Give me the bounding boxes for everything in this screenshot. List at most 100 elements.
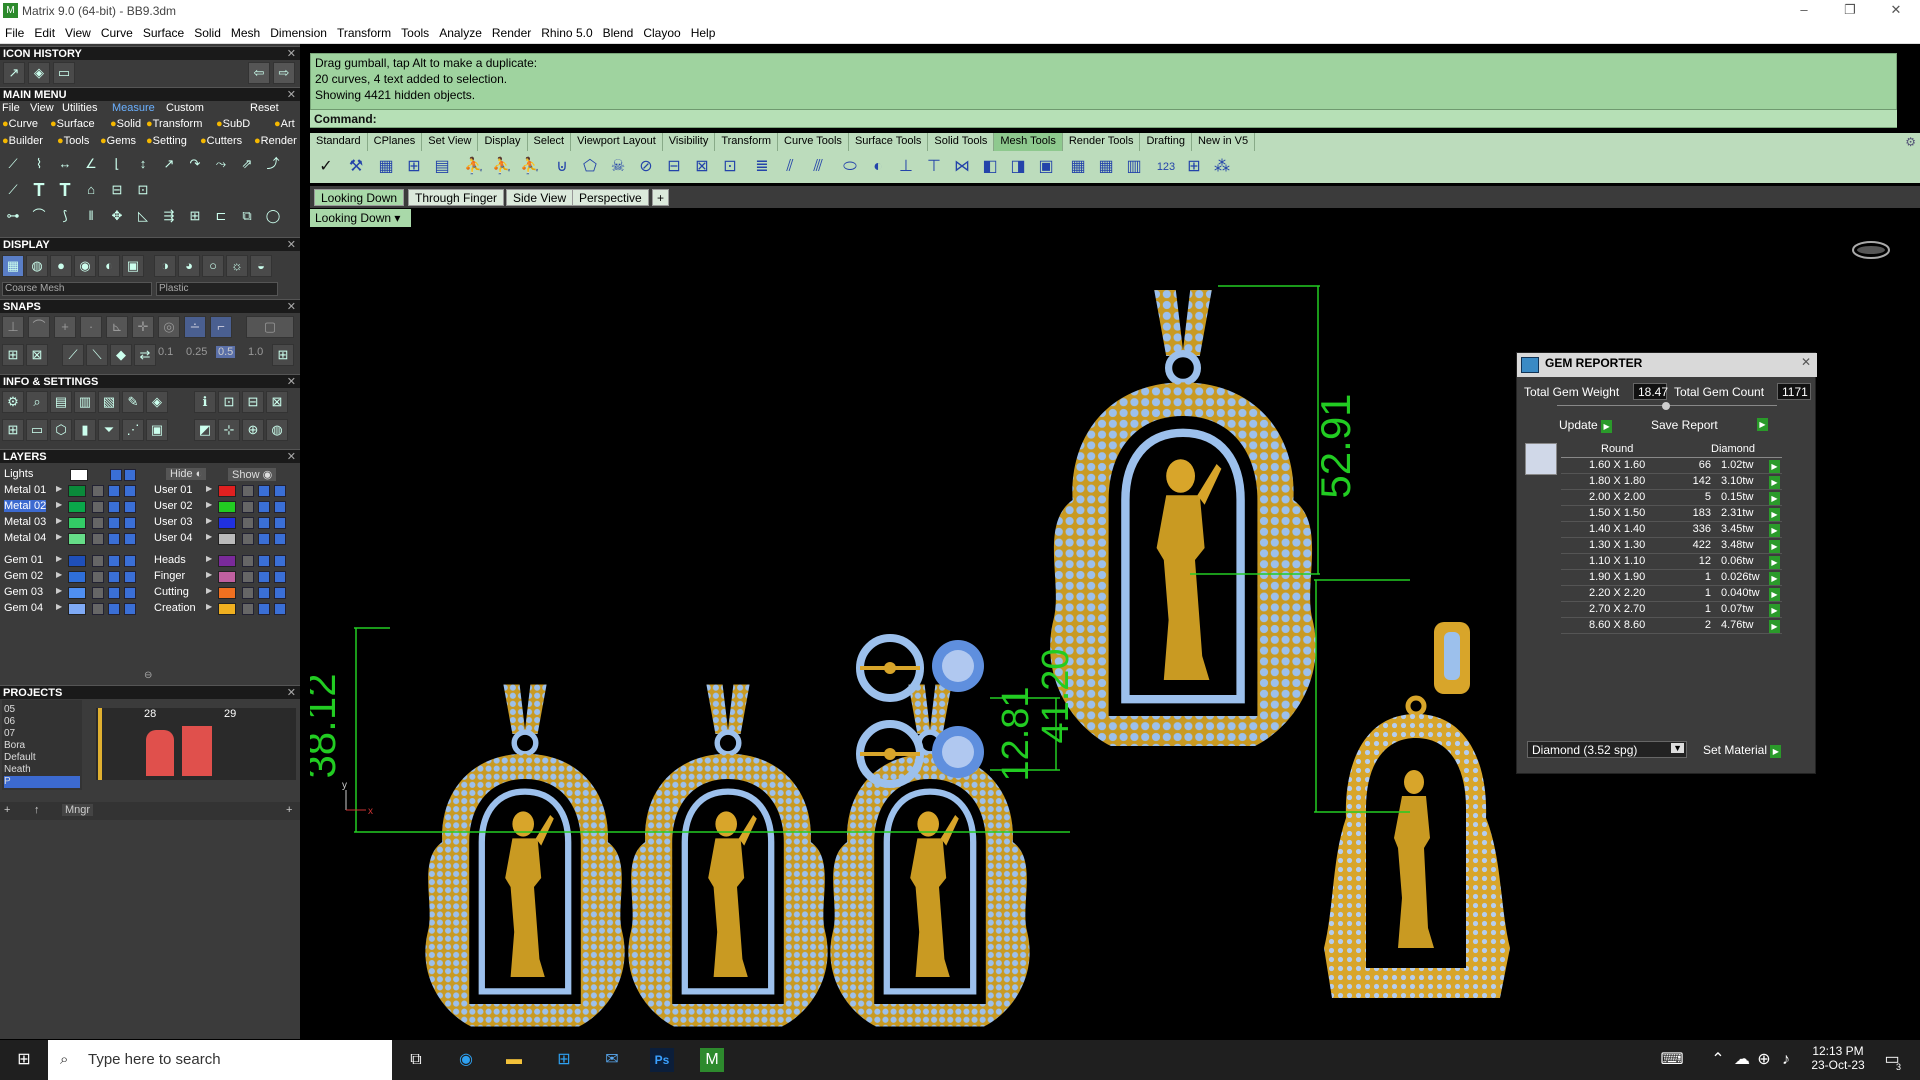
- mesh-quality-select[interactable]: Coarse Mesh: [2, 282, 152, 296]
- curve-arrow-icon[interactable]: ↷: [184, 154, 206, 176]
- layer-color-swatch[interactable]: [68, 587, 86, 599]
- layer-color-swatch[interactable]: [68, 517, 86, 529]
- close-icon[interactable]: ✕: [287, 300, 296, 314]
- mesh-select-icon[interactable]: ◧: [978, 155, 1002, 179]
- slider-thumb[interactable]: [1662, 402, 1670, 410]
- menu-tools[interactable]: Tools: [396, 22, 434, 44]
- dim-style-icon[interactable]: ⊡: [218, 391, 240, 413]
- play-icon[interactable]: ▶: [1769, 588, 1780, 601]
- play-icon[interactable]: ▶: [1769, 508, 1780, 521]
- tab-side-view[interactable]: Side View: [506, 189, 574, 206]
- close-icon[interactable]: ✕: [287, 88, 296, 102]
- ring-navigator-icon[interactable]: [1852, 241, 1890, 259]
- project-item[interactable]: 07: [4, 728, 80, 740]
- gem-row[interactable]: 1.60 X 1.60 66 1.02tw ▶: [1561, 459, 1782, 474]
- snap-near-icon[interactable]: ⌒: [28, 316, 50, 338]
- folder-icon[interactable]: ▭: [53, 62, 75, 84]
- lock-icon[interactable]: [242, 501, 254, 513]
- expand-arrow-icon[interactable]: ▶: [56, 532, 62, 541]
- close-icon[interactable]: ✕: [287, 450, 296, 464]
- lock-icon[interactable]: [110, 469, 122, 481]
- matrix-icon[interactable]: M: [700, 1048, 724, 1072]
- xray-icon[interactable]: ◐: [98, 255, 120, 277]
- mesh-check-icon[interactable]: ⊞: [1182, 155, 1206, 179]
- forward-arrow-icon[interactable]: ⇨: [273, 62, 295, 84]
- layer-row[interactable]: Metal 03 ▶: [0, 516, 150, 530]
- circle-tool-icon[interactable]: ◯: [262, 206, 284, 228]
- layer-row[interactable]: Heads ▶: [150, 554, 300, 568]
- layer-lights[interactable]: Lights: [4, 468, 33, 482]
- menu-rhino[interactable]: Rhino 5.0: [536, 22, 597, 44]
- snap-value-10[interactable]: 1.0: [248, 346, 263, 358]
- clock[interactable]: 12:13 PM 23-Oct-23: [1808, 1044, 1868, 1072]
- expand-arrow-icon[interactable]: ▶: [56, 586, 62, 595]
- lock-icon[interactable]: [92, 555, 104, 567]
- project-item-selected[interactable]: P: [4, 776, 80, 788]
- options-icon[interactable]: ⊠: [266, 391, 288, 413]
- cat-tools[interactable]: ●Tools: [57, 135, 89, 147]
- layer-color-swatch[interactable]: [68, 485, 86, 497]
- cat-solid[interactable]: ●Solid: [110, 118, 141, 130]
- corner-tool-icon[interactable]: ⌊: [106, 154, 128, 176]
- select-filter-icon[interactable]: ⋰: [122, 419, 144, 441]
- flow-tool-icon[interactable]: ⇶: [158, 206, 180, 228]
- curve-icon[interactable]: ↗: [3, 62, 25, 84]
- render-sphere-icon[interactable]: ◉: [74, 255, 96, 277]
- layer-row[interactable]: Metal 04 ▶: [0, 532, 150, 546]
- tab-perspective[interactable]: Perspective: [572, 189, 649, 206]
- menu-analyze[interactable]: Analyze: [434, 22, 487, 44]
- mesh-count-icon[interactable]: 123: [1154, 155, 1178, 179]
- visibility-icon[interactable]: [108, 587, 120, 599]
- render-icon[interactable]: [274, 571, 286, 583]
- gem-stone-2[interactable]: [932, 726, 984, 778]
- tab-viewport-layout[interactable]: Viewport Layout: [571, 133, 663, 151]
- close-icon[interactable]: ✕: [287, 375, 296, 389]
- play-icon[interactable]: ▶: [1769, 540, 1780, 553]
- mesh-cut-icon[interactable]: ⊘: [634, 155, 658, 179]
- visibility-icon[interactable]: [108, 555, 120, 567]
- tab-drafting[interactable]: Drafting: [1140, 133, 1192, 151]
- layer-row[interactable]: User 03 ▶: [150, 516, 300, 530]
- snap-value-025[interactable]: 0.25: [186, 346, 207, 358]
- layer-color-swatch[interactable]: [218, 587, 236, 599]
- volume-icon[interactable]: ♪: [1774, 1048, 1798, 1072]
- edit-icon[interactable]: ✎: [122, 391, 144, 413]
- close-button[interactable]: ✕: [1873, 0, 1919, 22]
- manager-button[interactable]: Mngr: [62, 804, 94, 816]
- project-item[interactable]: 05: [4, 704, 80, 716]
- snap-end-icon[interactable]: ⊥: [2, 316, 24, 338]
- play-icon[interactable]: ▶: [1769, 572, 1780, 585]
- close-icon[interactable]: ✕: [287, 47, 296, 61]
- add-icon[interactable]: +: [286, 804, 292, 816]
- gem-row[interactable]: 8.60 X 8.60 2 4.76tw ▶: [1561, 619, 1782, 634]
- mesh-boolean-icon[interactable]: ◐: [866, 155, 890, 179]
- mesh-reduce-icon[interactable]: ⋈: [950, 155, 974, 179]
- save-report-button[interactable]: Save Report: [1651, 418, 1718, 432]
- render-icon[interactable]: [274, 533, 286, 545]
- set-material-button[interactable]: Set Material ▶: [1703, 743, 1782, 758]
- tab-render-tools[interactable]: Render Tools: [1063, 133, 1141, 151]
- lights-swatch[interactable]: [70, 469, 88, 481]
- gem-row[interactable]: 1.80 X 1.80 142 3.10tw ▶: [1561, 475, 1782, 490]
- file-explorer-icon[interactable]: ▬: [502, 1048, 526, 1072]
- render-icon[interactable]: [274, 555, 286, 567]
- cat-art[interactable]: ●Art: [274, 118, 295, 130]
- gem-row[interactable]: 2.20 X 2.20 1 0.040tw ▶: [1561, 587, 1782, 602]
- onedrive-icon[interactable]: ☁: [1730, 1048, 1754, 1072]
- play-icon[interactable]: ▶: [1769, 604, 1780, 617]
- command-prompt[interactable]: Command:: [310, 109, 1897, 127]
- mesh-figure-icon[interactable]: ⛹: [462, 155, 486, 179]
- expand-arrow-icon[interactable]: ▶: [56, 500, 62, 509]
- gem-row[interactable]: 1.50 X 1.50 183 2.31tw ▶: [1561, 507, 1782, 522]
- grid-view-icon[interactable]: ⊞: [2, 419, 24, 441]
- expand-arrow-icon[interactable]: ▶: [56, 484, 62, 493]
- expand-arrow-icon[interactable]: ▶: [206, 586, 212, 595]
- move-tool-icon[interactable]: ✥: [106, 206, 128, 228]
- render-icon[interactable]: [124, 533, 136, 545]
- snap-center-icon[interactable]: ⊾: [106, 316, 128, 338]
- cat-render[interactable]: ●Render: [254, 135, 297, 147]
- render-icon[interactable]: [274, 587, 286, 599]
- visibility-icon[interactable]: [108, 533, 120, 545]
- info-icon[interactable]: ℹ: [194, 391, 216, 413]
- lock-icon[interactable]: [242, 555, 254, 567]
